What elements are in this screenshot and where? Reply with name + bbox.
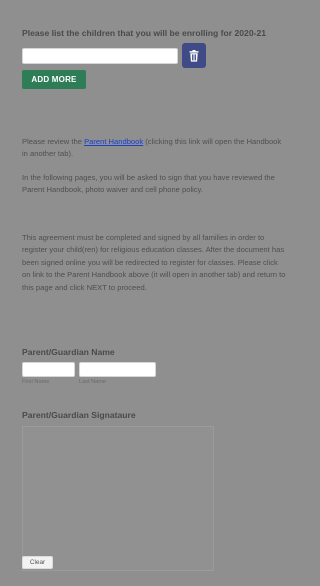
review-prefix: Please review the bbox=[22, 137, 85, 146]
guardian-name-title: Parent/Guardian Name bbox=[22, 347, 115, 357]
signature-pad[interactable] bbox=[22, 426, 214, 571]
trash-icon bbox=[189, 49, 199, 62]
children-section-title: Please list the children that you will b… bbox=[22, 28, 267, 38]
signature-title: Parent/Guardian Signataure bbox=[22, 410, 136, 420]
last-name-label: Last Name bbox=[79, 379, 107, 385]
last-name-input[interactable] bbox=[79, 362, 156, 377]
delete-child-button[interactable] bbox=[182, 43, 206, 68]
agreement-text: This agreement must be completed and sig… bbox=[22, 233, 286, 292]
parent-handbook-link[interactable]: Parent Handbook bbox=[84, 137, 143, 146]
add-more-button[interactable]: ADD MORE bbox=[22, 70, 86, 89]
handbook-review-text: Please review the Parent Handbook (click… bbox=[22, 136, 288, 161]
clear-signature-button[interactable]: Clear bbox=[22, 556, 53, 569]
first-name-label: First Name bbox=[22, 379, 50, 385]
sign-info-text: In the following pages, you will be aske… bbox=[22, 173, 275, 195]
first-name-input[interactable] bbox=[22, 362, 75, 377]
child-name-input[interactable] bbox=[22, 48, 178, 64]
